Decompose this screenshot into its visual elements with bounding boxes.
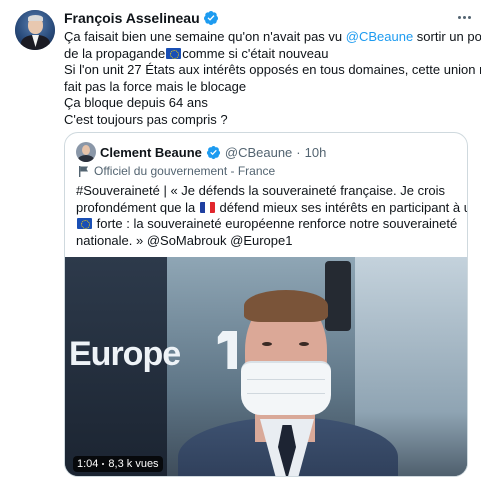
tweet-line-6: C'est toujours pas compris ? — [64, 111, 228, 127]
tweet-line-1: Ça faisait bien une semaine qu'on n'avai… — [64, 29, 481, 46]
video-view-count: 8,3 k vues — [108, 458, 159, 470]
affiliation-label: Officiel du gouvernement - France — [94, 164, 276, 178]
author-avatar[interactable] — [15, 10, 55, 50]
separator-dot: · — [296, 144, 301, 160]
tweet[interactable]: François Asselineau Ça faisait bien une … — [0, 0, 481, 482]
tweet-header: François Asselineau — [64, 8, 219, 28]
mention-link-cbeaune[interactable]: @CBeaune — [346, 29, 413, 44]
video-stats-badge: 1:04 8,3 k vues — [73, 456, 163, 472]
quoted-author-name[interactable]: Clement Beaune — [100, 145, 202, 160]
video-player[interactable]: Europe 1:04 8,3 k vues — [65, 257, 467, 476]
tweet-text-segment: Ça faisait bien une semaine qu'on n'avai… — [64, 29, 346, 44]
quoted-tweet-text: #Souveraineté | « Je défends la souverai… — [76, 183, 467, 249]
quoted-tweet[interactable]: Clement Beaune @CBeaune · 10h Officiel d… — [64, 132, 468, 477]
tweet-line-5: Ça bloque depuis 64 ans — [64, 95, 208, 110]
government-affiliation: Officiel du gouvernement - France — [79, 163, 275, 179]
quoted-text-segment: #Souveraineté | « Je défends la souverai… — [76, 183, 446, 198]
quoted-author-avatar[interactable] — [76, 142, 96, 162]
quoted-text-segment: profondément que la — [76, 199, 199, 215]
quoted-line-4: nationale. » @SoMabrouk @Europe1 — [76, 232, 293, 248]
tweet-text: Ça faisait bien une semaine qu'on n'avai… — [64, 29, 481, 128]
tweet-line-4: fait pas la force mais le blocage — [64, 78, 247, 94]
eu-flag-icon — [166, 47, 182, 59]
video-duration: 1:04 — [77, 458, 99, 470]
video-play-area[interactable] — [65, 257, 467, 476]
quoted-text-segment: forte : la souveraineté européenne renfo… — [93, 216, 458, 231]
quoted-author-handle[interactable]: @CBeaune — [225, 145, 292, 160]
fr-flag-icon — [199, 201, 215, 213]
tweet-text-segment: comme si c'était nouveau — [182, 45, 329, 61]
more-options-icon[interactable] — [455, 10, 473, 24]
quoted-line-1: #Souveraineté | « Je défends la souverai… — [76, 183, 461, 200]
tweet-text-segment: sortir un poncif — [416, 29, 481, 44]
tweet-line-3: Si l'on unit 27 États aux intérêts oppos… — [64, 62, 481, 77]
quoted-line-3: forte : la souveraineté européenne renfo… — [76, 216, 461, 233]
quoted-text-segment: défend mieux ses intérêts en participant… — [215, 199, 468, 215]
eu-flag-icon — [77, 218, 92, 229]
tweet-line-2: de la propagande comme si c'était nouveau — [64, 46, 469, 63]
author-name[interactable]: François Asselineau — [64, 10, 200, 26]
verified-badge-icon — [206, 145, 220, 159]
tweet-text-segment: de la propagande — [64, 45, 166, 61]
quoted-line-2: profondément que la défend mieux ses int… — [76, 199, 467, 217]
government-flag-icon — [79, 165, 88, 177]
quoted-tweet-header: Clement Beaune @CBeaune · 10h — [76, 142, 326, 162]
quoted-timestamp[interactable]: 10h — [305, 145, 327, 160]
verified-badge-icon — [203, 11, 218, 25]
